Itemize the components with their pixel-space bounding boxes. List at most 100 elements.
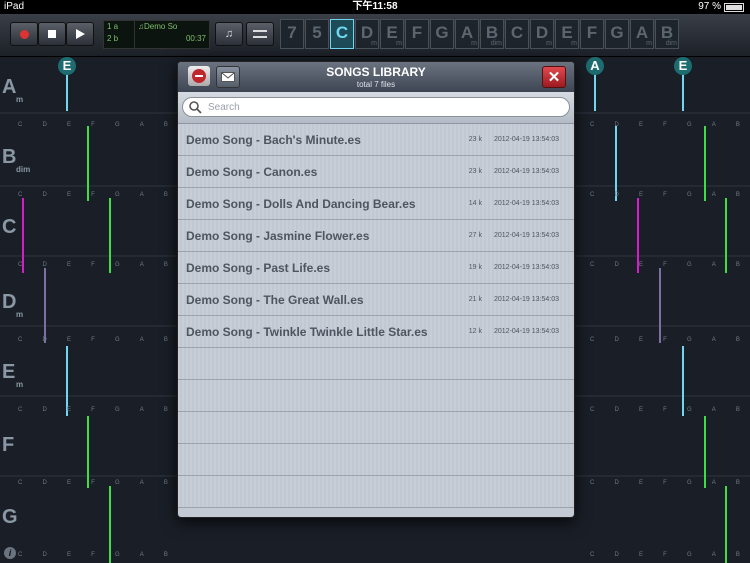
file-row[interactable]: Demo Song - Past Life.es 19 k 2012-04-19 1… xyxy=(178,252,574,284)
note-letter-strip: CDEFGAB xyxy=(18,552,168,558)
chord-key[interactable]: Em xyxy=(555,19,579,49)
note-letter: G xyxy=(114,407,120,413)
info-icon[interactable]: i xyxy=(4,547,16,559)
chord-row-label: Bdim xyxy=(2,146,30,174)
note-letter: E xyxy=(66,337,71,343)
chord-key[interactable]: F xyxy=(405,19,429,49)
note-letter: F xyxy=(91,122,95,128)
songs-library-dialog: SONGS LIBRARY total 7 files ✕ Demo Song … xyxy=(177,61,575,518)
chord-key[interactable]: G xyxy=(605,19,629,49)
chord-key[interactable]: 7 xyxy=(280,19,304,49)
chord-row-root: A xyxy=(2,76,17,98)
note-letter: B xyxy=(735,407,740,413)
note-letter: F xyxy=(91,192,95,198)
note-letter: B xyxy=(163,337,168,343)
chord-row-quality: m xyxy=(16,380,24,389)
note-letter: F xyxy=(663,480,667,486)
note-letter: B xyxy=(735,337,740,343)
track-a-label: 1 a xyxy=(107,22,119,31)
search-icon xyxy=(189,101,202,114)
note-circle-a: A xyxy=(586,57,604,75)
empty-row xyxy=(178,380,574,412)
note-letter-strip: CDEFGAB xyxy=(18,480,168,486)
chord-key[interactable]: 5 xyxy=(305,19,329,49)
note-letter: G xyxy=(114,122,120,128)
note-letter: D xyxy=(614,262,619,268)
note-letter: G xyxy=(686,407,692,413)
note-letter: C xyxy=(18,122,23,128)
note-letter-strip: CDEFGAB xyxy=(590,407,740,413)
menu-button[interactable] xyxy=(246,22,274,46)
file-date: 2012-04-19 13:54:03 xyxy=(494,168,559,175)
file-row[interactable]: Demo Song - Jasmine Flower.es 27 k 2012-04… xyxy=(178,220,574,252)
note-letter: D xyxy=(42,552,47,558)
note-circle-e: E xyxy=(674,57,692,75)
chord-key-label: 5 xyxy=(312,23,322,42)
note-letter: A xyxy=(139,262,144,268)
note-letter: B xyxy=(163,122,168,128)
file-name: Demo Song - Canon.es xyxy=(186,165,318,179)
note-letter: E xyxy=(638,262,643,268)
note-letter: D xyxy=(614,122,619,128)
chord-key[interactable]: Bdim xyxy=(655,19,679,49)
file-size: 12 k xyxy=(468,328,482,335)
file-row[interactable]: Demo Song - Twinkle Twinkle Little Star.… xyxy=(178,316,574,348)
note-letter: E xyxy=(638,122,643,128)
file-name: Demo Song - The Great Wall.es xyxy=(186,293,364,307)
file-date: 2012-04-19 13:54:03 xyxy=(494,328,559,335)
note-letter: E xyxy=(66,480,71,486)
note-letter: D xyxy=(42,262,47,268)
chord-key[interactable]: F xyxy=(580,19,604,49)
chord-row-label: G xyxy=(2,506,18,529)
note-letter: A xyxy=(139,552,144,558)
chord-key[interactable]: Em xyxy=(380,19,404,49)
score-button[interactable]: ♫ xyxy=(215,22,243,46)
note-letter: E xyxy=(638,407,643,413)
note-letter: B xyxy=(735,552,740,558)
chord-key[interactable]: Am xyxy=(455,19,479,49)
chord-key[interactable]: G xyxy=(430,19,454,49)
note-letter: C xyxy=(590,262,595,268)
file-row[interactable]: Demo Song - The Great Wall.es 21 k 2012-04… xyxy=(178,284,574,316)
chord-key[interactable]: C xyxy=(330,19,354,49)
note-letter: C xyxy=(18,192,23,198)
chord-key-label: G xyxy=(610,23,624,42)
close-button[interactable]: ✕ xyxy=(542,66,566,88)
note-letter: A xyxy=(711,552,716,558)
note-letter: B xyxy=(163,262,168,268)
note-letter: E xyxy=(66,122,71,128)
note-letter: D xyxy=(42,192,47,198)
chord-key[interactable]: C xyxy=(505,19,529,49)
note-letter: E xyxy=(66,552,71,558)
search-field[interactable] xyxy=(182,97,570,117)
file-name: Demo Song - Bach's Minute.es xyxy=(186,133,361,147)
play-button[interactable] xyxy=(66,22,94,46)
file-row[interactable]: Demo Song - Canon.es 23 k 2012-04-19 13:54… xyxy=(178,156,574,188)
stop-button[interactable] xyxy=(38,22,66,46)
record-button[interactable] xyxy=(10,22,38,46)
chord-row-root: B xyxy=(2,146,17,168)
empty-row xyxy=(178,444,574,476)
note-letter: E xyxy=(638,337,643,343)
file-name: Demo Song - Jasmine Flower.es xyxy=(186,229,370,243)
file-row[interactable]: Demo Song - Dolls And Dancing Bear.es 14 … xyxy=(178,188,574,220)
chord-key[interactable]: Bdim xyxy=(480,19,504,49)
file-row[interactable]: Demo Song - Bach's Minute.es 23 k 2012-04-… xyxy=(178,124,574,156)
chord-key[interactable]: Dm xyxy=(355,19,379,49)
search-input[interactable] xyxy=(204,101,569,113)
note-letter: C xyxy=(18,337,23,343)
note-letter: F xyxy=(663,192,667,198)
dialog-header: SONGS LIBRARY total 7 files ✕ xyxy=(178,62,574,92)
dialog-subtitle: total 7 files xyxy=(356,80,396,89)
song-time-display: 00:37 xyxy=(185,34,206,43)
chord-key[interactable]: Dm xyxy=(530,19,554,49)
file-date: 2012-04-19 13:54:03 xyxy=(494,200,559,207)
note-letter: A xyxy=(711,407,716,413)
track-selector[interactable]: 1 a 2 b xyxy=(103,20,135,49)
chord-key[interactable]: Am xyxy=(630,19,654,49)
note-letter: D xyxy=(42,122,47,128)
song-display[interactable]: ♫Demo So 00:37 xyxy=(134,20,210,49)
note-letter-strip: CDEFGAB xyxy=(590,122,740,128)
note-letter-strip: CDEFGAB xyxy=(18,192,168,198)
chord-row-label: F xyxy=(2,434,14,457)
